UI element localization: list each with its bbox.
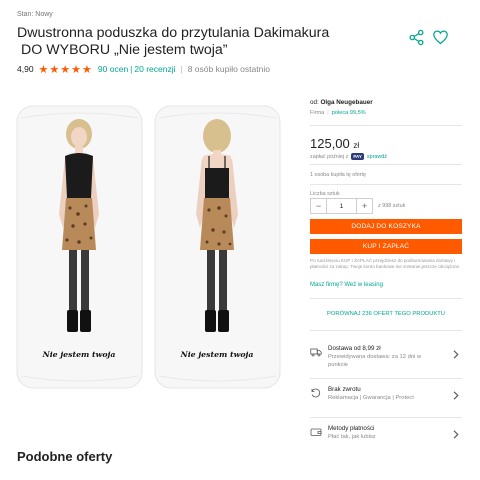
divider	[310, 378, 462, 379]
delivery-row[interactable]: Dostawa od 8,99 zł Przewidywana dostawa:…	[310, 343, 462, 373]
quantity-available: z 998 sztuk	[378, 203, 406, 209]
rating-separator: |	[130, 64, 133, 74]
product-image-front[interactable]: Nie jestem twoja	[15, 104, 144, 390]
divider	[310, 330, 462, 331]
product-title: Dwustronna poduszka do przytulania Dakim…	[17, 25, 347, 59]
return-icon	[311, 388, 321, 398]
returns-row[interactable]: Brak zwrotu Reklamacja | Gwarancja | Pro…	[310, 384, 462, 414]
quantity-label: Liczba sztuk	[310, 191, 340, 197]
divider	[310, 125, 462, 126]
returns-desc: Reklamacja | Gwarancja | Protect	[328, 395, 414, 401]
heart-icon[interactable]	[432, 29, 449, 46]
rating-stars: ★ ★ ★ ★ ★	[39, 64, 93, 75]
product-title-line2: DO WYBORU „Nie jestem twoja”	[21, 42, 228, 58]
star-icon: ★	[60, 62, 71, 76]
seller-name[interactable]: Olga Neugebauer	[321, 99, 373, 106]
pay-later-prefix: zapłać później z	[310, 153, 349, 160]
seller-firm: Firma	[310, 110, 325, 116]
rating-row: 4,90 ★ ★ ★ ★ ★ 90 ocen | 20 recenzji | 8…	[17, 63, 270, 75]
pay-later: zapłać później z PAY sprawdź	[310, 153, 387, 160]
bought-recently: 8 osób kupiło ostatnio	[187, 64, 270, 74]
delivery-desc: Przewidywana dostawa: za 12 dni w punkci…	[328, 354, 422, 368]
payment-methods-desc: Płać tak, jak lubisz	[328, 434, 376, 440]
ratings-link[interactable]: 90 ocen	[98, 64, 128, 74]
divider	[310, 417, 462, 418]
legal-note: Po naciśnięciu KUP I ZAPŁAĆ przejdziesz …	[310, 258, 461, 269]
price-currency: zł	[353, 141, 360, 150]
product-image-back[interactable]: Nie jestem twoja	[153, 104, 282, 390]
leasing-link[interactable]: Masz firmę? Weź w leasing	[310, 282, 383, 288]
seller-box: od: Olga Neugebauer Firma | poleca 99,5%	[310, 99, 373, 116]
divider	[310, 184, 462, 185]
image-caption-front: Nie jestem twoja	[42, 350, 116, 359]
payment-methods-row[interactable]: Metody płatności Płać tak, jak lubisz	[310, 423, 462, 453]
star-icon: ★	[38, 62, 49, 76]
star-icon: ★	[49, 62, 60, 76]
divider	[310, 298, 462, 299]
truck-icon	[310, 348, 322, 357]
star-icon: ★	[82, 62, 92, 76]
chevron-right-icon	[453, 350, 459, 359]
condition-label: Stan: Nowy	[17, 11, 53, 18]
bought-separator: |	[180, 64, 183, 74]
compare-offers-link[interactable]: PORÓWNAJ 236 OFERT TEGO PRODUKTU	[310, 311, 462, 317]
add-to-cart-button[interactable]: DODAJ DO KOSZYKA	[310, 219, 462, 234]
pay-later-link[interactable]: sprawdź	[367, 154, 387, 160]
price: 125,00 zł	[310, 136, 359, 151]
quantity-input[interactable]: 1	[326, 199, 357, 213]
quantity-plus-button[interactable]: +	[357, 199, 372, 213]
price-value: 125,00	[310, 136, 350, 151]
seller-meta: Firma | poleca 99,5%	[310, 110, 373, 116]
divider	[310, 164, 462, 165]
reviews-link[interactable]: 20 recenzji	[134, 64, 175, 74]
product-title-line1: Dwustronna poduszka do przytulania Dakim…	[17, 25, 330, 41]
chevron-right-icon	[453, 391, 459, 400]
star-icon: ★	[71, 62, 82, 76]
delivery-title: Dostawa od 8,99 zł	[328, 345, 381, 352]
payment-methods-title: Metody płatności	[328, 425, 375, 432]
quantity-minus-button[interactable]: −	[311, 199, 326, 213]
sold-info: 1 osoba kupiła tę ofertę	[310, 172, 367, 178]
buy-now-button[interactable]: KUP I ZAPŁAĆ	[310, 239, 462, 254]
image-caption-back: Nie jestem twoja	[180, 350, 254, 359]
quantity-stepper: − 1 +	[310, 198, 373, 214]
rating-score: 4,90	[17, 64, 34, 74]
chevron-right-icon	[453, 430, 459, 439]
wallet-icon	[310, 428, 322, 436]
share-icon[interactable]	[408, 29, 425, 46]
seller-recommend-link[interactable]: poleca 99,5%	[332, 110, 366, 116]
returns-title: Brak zwrotu	[328, 386, 361, 393]
pay-badge: PAY	[351, 153, 364, 160]
seller-prefix: od:	[310, 99, 319, 106]
similar-offers-heading: Podobne oferty	[17, 449, 113, 464]
seller-separator: |	[327, 110, 329, 116]
seller-line: od: Olga Neugebauer	[310, 99, 373, 106]
